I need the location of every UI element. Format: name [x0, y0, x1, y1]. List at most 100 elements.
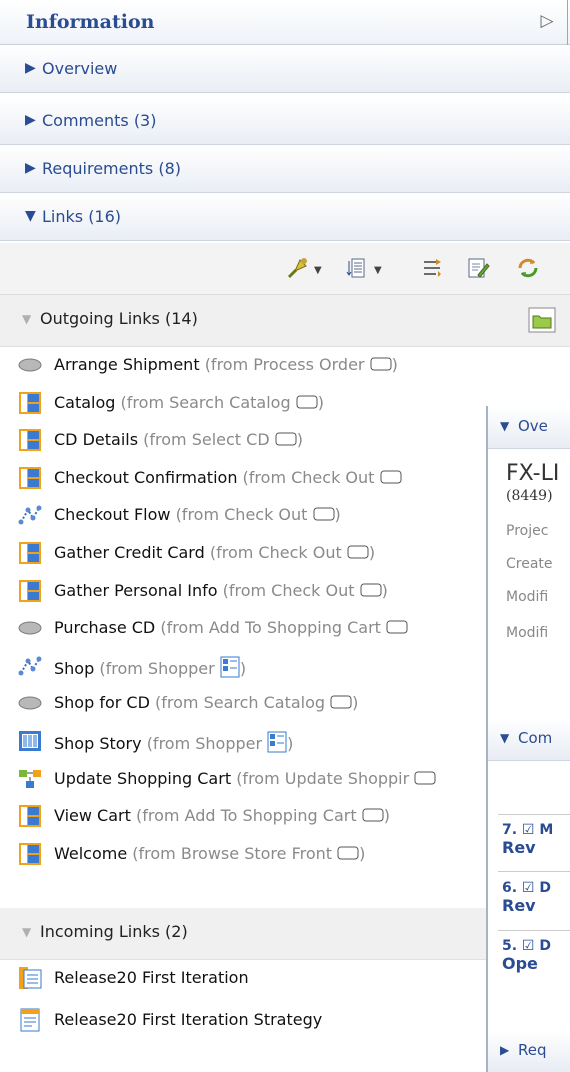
link-row[interactable]: CD Details (from Select CD )	[0, 422, 500, 459]
sort-icon[interactable]	[346, 255, 370, 281]
link-text: Gather Personal Info (from Check Out )	[54, 581, 388, 600]
refresh-icon[interactable]	[516, 255, 540, 281]
actor-icon	[262, 731, 287, 753]
link-source: (from Shopper	[99, 658, 215, 678]
link-row[interactable]: Arrange Shipment (from Process Order )	[0, 347, 500, 384]
overlay-comment-item[interactable]: 7. ☑ M Rev	[502, 822, 553, 857]
panel-titlebar: Information ▷	[0, 0, 570, 45]
edit-icon[interactable]	[466, 255, 490, 281]
iteration-icon	[18, 966, 42, 990]
component-box-icon	[291, 393, 318, 412]
link-name[interactable]: CD Details	[54, 430, 138, 449]
link-text: Gather Credit Card (from Check Out )	[54, 543, 375, 562]
section-links[interactable]: ▼ Links (16)	[0, 193, 570, 241]
link-source: (from Browse Store Front	[132, 843, 333, 863]
link-text: Shop Story (from Shopper )	[54, 731, 293, 753]
link-source-tail: )	[368, 543, 376, 562]
dropdown-arrow-icon[interactable]: ▼	[314, 265, 322, 276]
link-row[interactable]: Release20 First Iteration	[0, 960, 500, 997]
component-box-icon	[409, 769, 436, 788]
section-requirements[interactable]: ▶ Requirements (8)	[0, 145, 570, 193]
link-name[interactable]: View Cart	[54, 806, 131, 825]
panel-title: Information	[26, 11, 155, 33]
story-icon	[18, 729, 42, 753]
outgoing-links-group[interactable]: ▼ Outgoing Links (14)	[0, 295, 570, 347]
link-name[interactable]: Update Shopping Cart	[54, 769, 231, 788]
link-source-tail: )	[239, 658, 247, 678]
link-row[interactable]: Checkout Confirmation (from Check Out	[0, 460, 500, 497]
component-box-icon	[374, 468, 402, 487]
link-source: (from Select CD	[143, 430, 270, 450]
link-name[interactable]: Purchase CD	[54, 618, 155, 637]
overlay-artifact-id: (8449)	[506, 488, 553, 504]
process-icon	[18, 767, 42, 791]
link-row[interactable]: Purchase CD (from Add To Shopping Cart	[0, 610, 500, 647]
document-icon	[18, 1008, 42, 1032]
link-source-tail: )	[287, 734, 294, 753]
link-row[interactable]: Checkout Flow (from Check Out )	[0, 497, 500, 534]
storyboard-icon	[18, 541, 42, 565]
link-source: (from Add To Shopping Cart	[135, 806, 357, 826]
link-text: Catalog (from Search Catalog )	[54, 393, 324, 412]
flow-icon	[18, 654, 42, 678]
overlay-section-overview[interactable]: ▼ Ove	[488, 406, 570, 449]
link-source-tail: )	[317, 392, 324, 412]
link-name[interactable]: Shop Story	[54, 734, 142, 753]
link-name[interactable]: Release20 First Iteration	[54, 968, 249, 987]
section-label: Overview	[42, 59, 118, 78]
link-row[interactable]: Release20 First Iteration Strategy	[0, 1002, 500, 1039]
dropdown-arrow-icon[interactable]: ▼	[374, 265, 382, 276]
link-name[interactable]: Welcome	[54, 844, 127, 863]
collapse-panel-icon[interactable]: ▷	[536, 10, 558, 32]
collapse-triangle-icon: ▼	[22, 312, 32, 326]
link-name[interactable]: Checkout Flow	[54, 505, 170, 524]
overlay-section-comments[interactable]: ▼ Com	[488, 718, 570, 761]
component-box-icon	[342, 543, 369, 562]
link-row[interactable]: Shop for CD (from Search Catalog )	[0, 685, 500, 722]
link-source: (from Check Out	[209, 543, 342, 562]
link-row[interactable]: Gather Personal Info (from Check Out )	[0, 573, 500, 610]
link-row[interactable]: Welcome (from Browse Store Front )	[0, 836, 500, 873]
link-row[interactable]: Shop (from Shopper )	[0, 648, 500, 685]
overlay-section-label: Req	[518, 1041, 547, 1059]
link-name[interactable]: Release20 First Iteration Strategy	[54, 1010, 322, 1029]
expand-arrow-icon: ▶	[25, 60, 36, 76]
expand-arrow-icon: ▶	[25, 112, 36, 128]
link-row[interactable]: Update Shopping Cart (from Update Shoppi…	[0, 761, 500, 798]
section-overview[interactable]: ▶ Overview	[0, 45, 570, 93]
link-name[interactable]: Checkout Confirmation	[54, 468, 237, 487]
incoming-links-group[interactable]: ▼ Incoming Links (2)	[0, 908, 570, 960]
link-row[interactable]: View Cart (from Add To Shopping Cart )	[0, 798, 500, 835]
link-row[interactable]: Shop Story (from Shopper )	[0, 723, 500, 760]
outgoing-links-label: Outgoing Links (14)	[40, 309, 198, 328]
link-name[interactable]: Catalog	[54, 393, 115, 412]
link-name[interactable]: Arrange Shipment	[54, 355, 200, 374]
link-source-tail: )	[296, 430, 303, 450]
overlay-comment-item[interactable]: 6. ☑ D Rev	[502, 880, 551, 915]
overlay-section-label: Ove	[518, 417, 548, 435]
storyboard-icon	[18, 842, 42, 866]
add-link-icon[interactable]	[286, 255, 310, 281]
folder-icon[interactable]	[528, 307, 556, 333]
overlay-field-project: Projec	[506, 523, 549, 539]
link-name[interactable]: Shop	[54, 659, 94, 678]
link-name[interactable]: Gather Personal Info	[54, 581, 218, 600]
collapse-arrow-icon: ▼	[500, 731, 510, 745]
section-comments[interactable]: ▶ Comments (3)	[0, 97, 570, 145]
link-name[interactable]: Gather Credit Card	[54, 543, 205, 562]
divider	[498, 930, 570, 931]
link-row[interactable]: Catalog (from Search Catalog )	[0, 385, 500, 422]
filter-icon[interactable]	[420, 255, 444, 281]
link-source-tail: )	[359, 843, 366, 863]
storyboard-icon	[18, 428, 42, 452]
link-row[interactable]: Gather Credit Card (from Check Out )	[0, 535, 500, 572]
storyboard-icon	[18, 466, 42, 490]
overlay-field-modified-by: Modifi	[506, 625, 549, 641]
storyboard-icon	[18, 804, 42, 828]
component-box-icon	[325, 693, 352, 712]
link-name[interactable]: Shop for CD	[54, 693, 150, 712]
overlay-comment-item[interactable]: 5. ☑ D Ope	[502, 938, 551, 973]
overlay-section-requirements[interactable]: ▶ Req	[488, 1030, 570, 1072]
link-text: Update Shopping Cart (from Update Shoppi…	[54, 769, 436, 788]
overlay-field-modified: Modifi	[506, 589, 549, 605]
